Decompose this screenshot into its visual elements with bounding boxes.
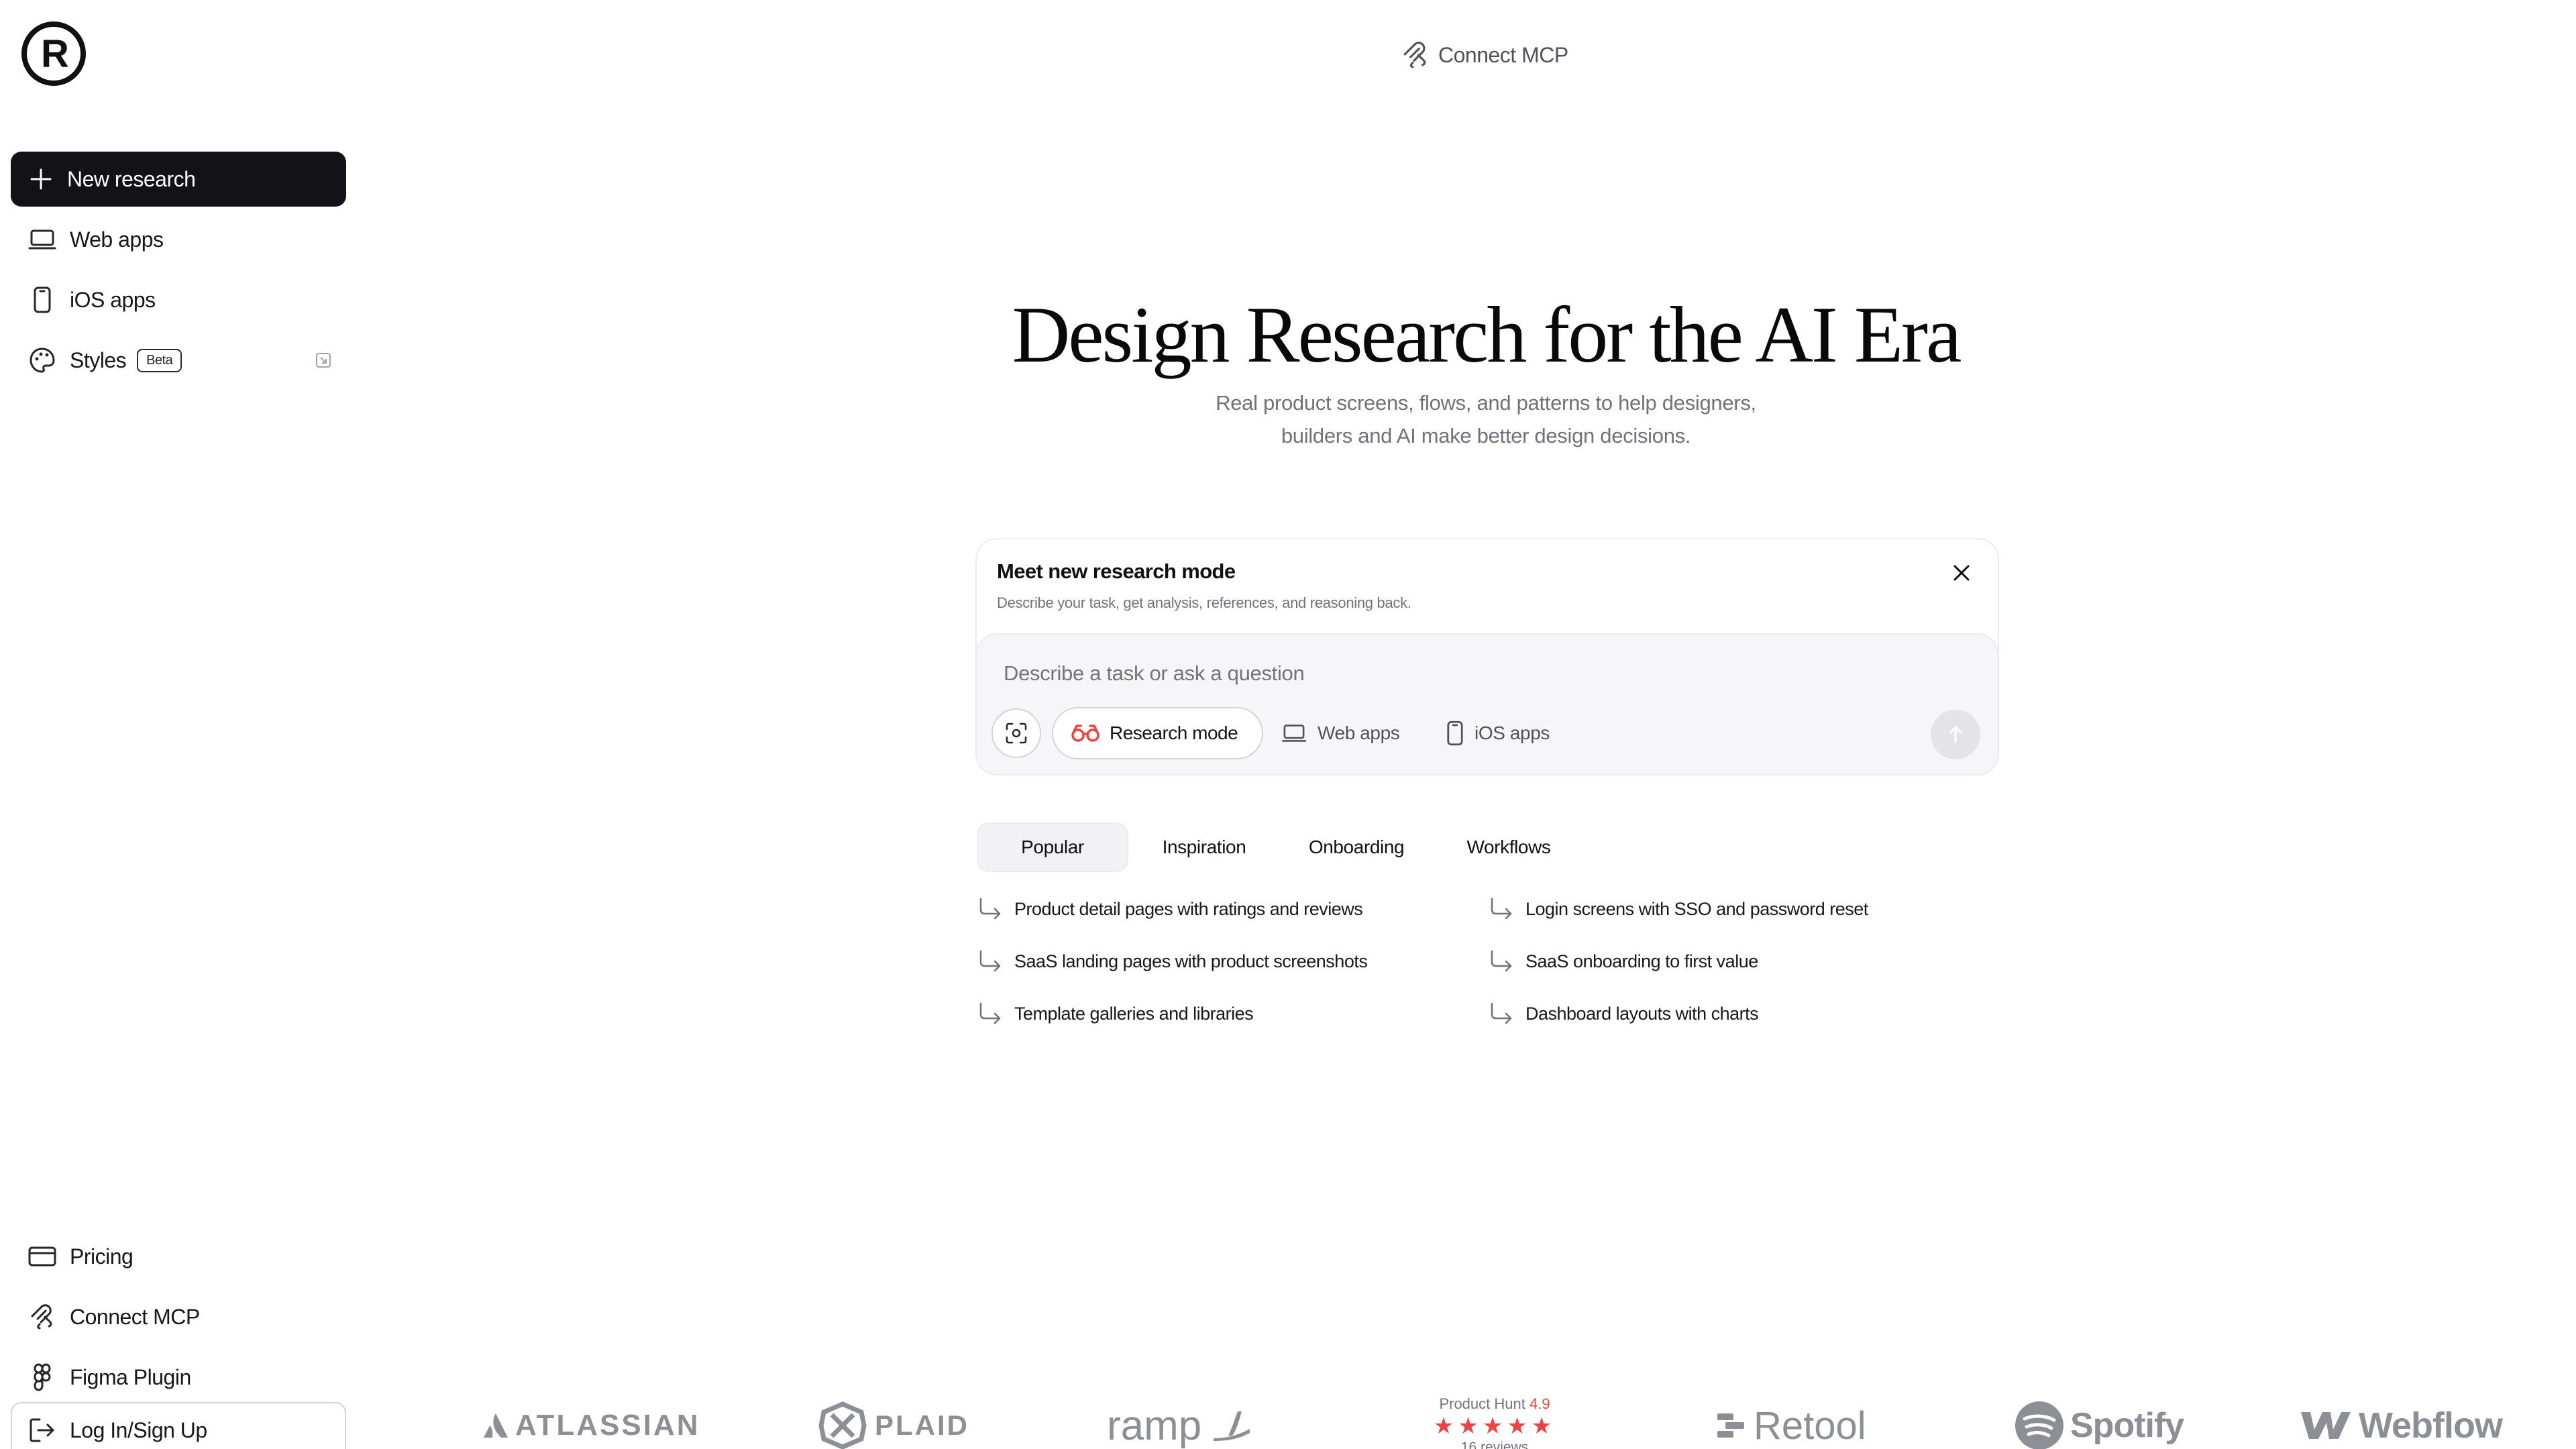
suggestion-label: Template galleries and libraries: [1014, 1003, 1254, 1024]
suggestion-label: Dashboard layouts with charts: [1525, 1003, 1759, 1024]
arrow-up-icon: [1949, 726, 1962, 743]
sidebar-item-label: Figma Plugin: [70, 1364, 191, 1389]
retool-icon: [1717, 1413, 1744, 1438]
tab-inspiration[interactable]: Inspiration: [1128, 822, 1280, 872]
suggestion-label: Login screens with SSO and password rese…: [1525, 898, 1868, 919]
screenshot-scan-button[interactable]: [991, 708, 1041, 758]
chip-label: Web apps: [1318, 722, 1400, 743]
ios-apps-chip[interactable]: iOS apps: [1446, 716, 1550, 750]
research-mode-label: Research mode: [1110, 722, 1238, 743]
webflow-wordmark: Webflow: [2359, 1405, 2503, 1446]
connect-mcp-label: Connect MCP: [1438, 42, 1568, 67]
card-title: Meet new research mode: [997, 559, 1236, 583]
subtitle-line-1: Real product screens, flows, and pattern…: [1216, 391, 1756, 415]
product-hunt-score: 4.9: [1529, 1395, 1550, 1412]
atlassian-icon: [484, 1413, 508, 1438]
suggestion-item[interactable]: Dashboard layouts with charts: [1489, 997, 1759, 1030]
suggestion-tabs: Popular Inspiration Onboarding Workflows: [977, 822, 1585, 872]
page-subtitle: Real product screens, flows, and pattern…: [1140, 386, 1831, 452]
retool-logo: Retool: [1716, 1395, 1866, 1449]
research-mode-card: Meet new research mode Describe your tas…: [975, 538, 1999, 775]
return-arrow-icon: [979, 898, 1001, 920]
tab-onboarding[interactable]: Onboarding: [1280, 822, 1433, 872]
login-icon: [27, 1415, 58, 1446]
close-icon: [1953, 565, 1970, 581]
tab-popular[interactable]: Popular: [977, 822, 1128, 872]
sidebar-item-figma-plugin[interactable]: Figma Plugin: [11, 1354, 346, 1401]
top-connect-mcp-link[interactable]: Connect MCP: [1402, 40, 1568, 70]
binoculars-icon: [1071, 724, 1099, 742]
close-button[interactable]: [1948, 559, 1975, 586]
new-research-label: New research: [67, 166, 196, 191]
return-arrow-icon: [1491, 1002, 1512, 1024]
webflow-logo: Webflow: [2300, 1395, 2503, 1449]
sidebar-item-label: Connect MCP: [70, 1304, 200, 1329]
webflow-icon: [2301, 1412, 2351, 1439]
plus-icon: [30, 168, 52, 190]
laptop-icon: [1281, 724, 1307, 742]
suggestion-label: SaaS landing pages with product screensh…: [1014, 951, 1368, 971]
new-research-button[interactable]: New research: [11, 152, 346, 207]
research-input-box: Research mode Web apps iOS apps: [975, 633, 1999, 775]
product-hunt-rating: Product Hunt 4.9 ★★★★★ 16 reviews: [1428, 1395, 1562, 1449]
plaid-logo: PLAID: [818, 1395, 969, 1449]
web-apps-chip[interactable]: Web apps: [1281, 716, 1400, 750]
ramp-logo: ramp: [1107, 1395, 1252, 1449]
return-arrow-icon: [1491, 950, 1512, 972]
subtitle-line-2: builders and AI make better design decis…: [1281, 424, 1691, 447]
sidebar-item-label: Web apps: [70, 227, 164, 252]
login-label: Log In/Sign Up: [70, 1417, 207, 1442]
review-count: 16 reviews: [1460, 1440, 1529, 1449]
suggestion-label: Product detail pages with ratings and re…: [1014, 898, 1363, 919]
tab-workflows[interactable]: Workflows: [1433, 822, 1585, 872]
phone-icon: [1447, 720, 1463, 746]
suggestion-item[interactable]: Template galleries and libraries: [978, 997, 1254, 1030]
return-arrow-icon: [979, 950, 1001, 972]
figma-icon: [27, 1362, 58, 1393]
ramp-wordmark: ramp: [1107, 1402, 1202, 1449]
chip-label: iOS apps: [1474, 722, 1550, 743]
mcp-icon: [1403, 42, 1426, 68]
sidebar-item-label: Pricing: [70, 1244, 133, 1269]
sidebar: New research Web apps iOS apps Styles Be…: [11, 0, 346, 1449]
suggestion-item[interactable]: SaaS onboarding to first value: [1489, 945, 1758, 978]
card-description: Describe your task, get analysis, refere…: [997, 594, 1411, 611]
spotify-logo: Spotify: [2014, 1395, 2184, 1449]
send-button[interactable]: [1931, 710, 1980, 759]
sidebar-item-web-apps[interactable]: Web apps: [11, 216, 346, 263]
return-arrow-icon: [1491, 898, 1512, 920]
suggestion-item[interactable]: Login screens with SSO and password rese…: [1489, 892, 1868, 926]
plaid-icon: [818, 1401, 867, 1449]
ramp-swoosh-icon: [1214, 1411, 1250, 1441]
sidebar-item-connect-mcp[interactable]: Connect MCP: [11, 1293, 346, 1340]
suggestion-item[interactable]: SaaS landing pages with product screensh…: [978, 945, 1368, 978]
plaid-wordmark: PLAID: [875, 1409, 969, 1441]
spotify-icon: [2015, 1401, 2063, 1449]
star-rating-icon: ★★★★★: [1433, 1413, 1556, 1439]
laptop-icon: [27, 224, 58, 255]
page-title: Design Research for the AI Era: [1012, 290, 1962, 379]
login-signup-button[interactable]: Log In/Sign Up: [11, 1402, 346, 1449]
card-icon: [27, 1241, 58, 1272]
product-hunt-label: Product Hunt 4.9: [1439, 1395, 1550, 1412]
scan-icon: [1006, 722, 1027, 744]
atlassian-logo: ATLASSIAN: [483, 1395, 700, 1449]
sidebar-item-pricing[interactable]: Pricing: [11, 1233, 346, 1280]
suggestion-label: SaaS onboarding to first value: [1525, 951, 1758, 971]
suggestion-item[interactable]: Product detail pages with ratings and re…: [978, 892, 1363, 926]
retool-wordmark: Retool: [1754, 1403, 1866, 1448]
atlassian-wordmark: ATLASSIAN: [515, 1409, 700, 1442]
spotify-wordmark: Spotify: [2070, 1406, 2184, 1445]
research-mode-button[interactable]: Research mode: [1052, 707, 1264, 759]
research-input[interactable]: [1004, 661, 1876, 686]
mcp-icon: [27, 1301, 58, 1332]
return-arrow-icon: [979, 1002, 1001, 1024]
